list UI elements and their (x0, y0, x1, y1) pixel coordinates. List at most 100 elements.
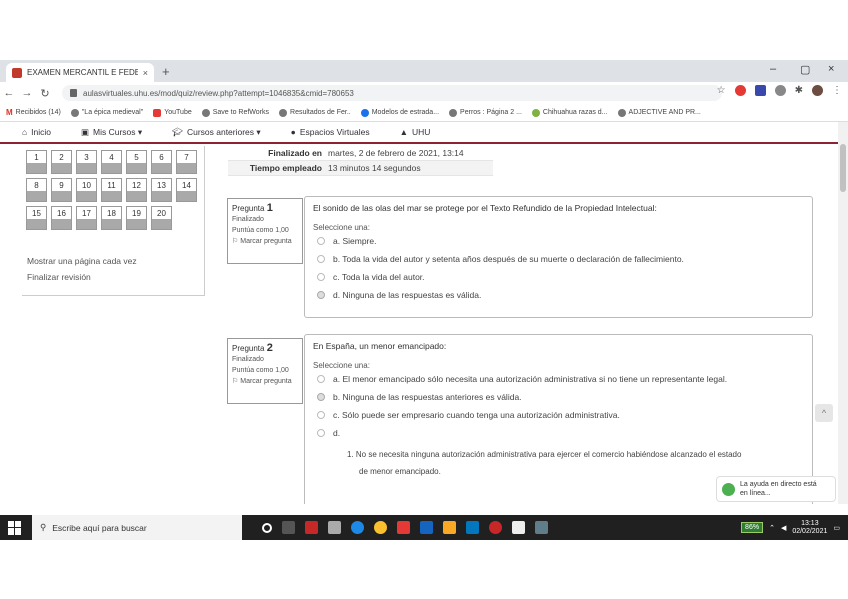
word-icon[interactable] (420, 521, 433, 534)
mail-icon[interactable] (466, 521, 479, 534)
radio-button[interactable] (317, 237, 325, 245)
address-bar[interactable]: aulasvirtuales.uhu.es/mod/quiz/review.ph… (62, 85, 722, 101)
quiz-nav-button[interactable]: 16 (51, 206, 72, 230)
bookmark-perros[interactable]: Perros : Página 2 ... (449, 108, 522, 117)
puzzle-icon[interactable]: ✱ (795, 85, 803, 96)
adblock-icon[interactable] (734, 85, 746, 96)
app-icon[interactable] (305, 521, 318, 534)
clock[interactable]: 13:13 02/02/2021 (792, 520, 827, 536)
extension-2-icon[interactable] (774, 85, 786, 96)
app-icon[interactable] (535, 521, 548, 534)
quiz-nav-button[interactable]: 1 (26, 150, 47, 174)
radio-button[interactable] (317, 255, 325, 263)
quiz-nav-button[interactable]: 5 (126, 150, 147, 174)
menu-dots-icon[interactable]: ⋮ (832, 85, 842, 96)
answer-option[interactable]: a. Siempre. (313, 236, 804, 254)
new-tab-button[interactable]: + (162, 64, 170, 79)
taskbar-search[interactable]: ⚲ Escribe aquí para buscar (32, 515, 242, 540)
profile-avatar[interactable] (812, 85, 823, 96)
answer-option[interactable]: a. El menor emancipado sólo necesita una… (313, 374, 804, 392)
answer-option-selected[interactable]: b. Ninguna de las respuestas anteriores … (313, 392, 804, 410)
bookmark-gmail[interactable]: M Recibidos (14) (6, 108, 61, 117)
app-icon[interactable] (489, 521, 502, 534)
minimize-button[interactable]: – (770, 63, 776, 75)
network-icon[interactable]: ⌃ (769, 524, 775, 532)
answer-option[interactable]: c. Toda la vida del autor. (313, 272, 804, 290)
bookmark-modelos[interactable]: Modelos de estrada... (360, 108, 439, 117)
flag-question-link[interactable]: ⚐ Marcar pregunta (232, 237, 298, 246)
quiz-nav-button[interactable]: 10 (76, 178, 97, 202)
finish-review-link[interactable]: Finalizar revisión (27, 272, 91, 282)
quiz-nav-button[interactable]: 17 (76, 206, 97, 230)
quiz-nav-button[interactable]: 19 (126, 206, 147, 230)
folder-icon[interactable] (443, 521, 456, 534)
volume-icon[interactable]: ◀ (781, 524, 786, 532)
live-help-chip[interactable]: La ayuda en directo está en línea... (716, 476, 836, 502)
cortana-icon[interactable] (262, 522, 272, 533)
quiz-nav-button[interactable]: 6 (151, 150, 172, 174)
bookmark-youtube[interactable]: YouTube (153, 108, 192, 117)
answer-option-selected[interactable]: d. Ninguna de las respuestas es válida. (313, 290, 804, 308)
quiz-nav-button[interactable]: 3 (76, 150, 97, 174)
nav-espacios-virtuales[interactable]: ● Espacios Virtuales (291, 127, 370, 137)
nav-cursos-anteriores[interactable]: 🎓︎ Cursos anteriores ▾ (172, 127, 261, 138)
reload-icon[interactable]: ↻ (36, 87, 54, 100)
back-arrow-icon[interactable]: ← (0, 87, 18, 99)
edge-icon[interactable] (351, 521, 364, 534)
show-one-page-link[interactable]: Mostrar una página cada vez (27, 256, 137, 266)
star-icon[interactable]: ☆ (717, 85, 726, 96)
quiz-nav-button[interactable]: 11 (101, 178, 122, 202)
task-view-icon[interactable] (282, 521, 295, 534)
quiz-nav-button[interactable]: 18 (101, 206, 122, 230)
radio-button[interactable] (317, 411, 325, 419)
globe-icon (617, 108, 626, 117)
quiz-nav-button[interactable]: 7 (176, 150, 197, 174)
quiz-nav-button[interactable]: 4 (101, 150, 122, 174)
quiz-nav-button[interactable]: 12 (126, 178, 147, 202)
radio-button[interactable] (317, 429, 325, 437)
forward-arrow-icon[interactable]: → (18, 87, 36, 99)
radio-button-selected[interactable] (317, 291, 325, 299)
quiz-nav-button[interactable]: 20 (151, 206, 172, 230)
bookmark-resultados[interactable]: Resultados de Fer.. (279, 108, 351, 117)
notifications-icon[interactable]: ▭ (833, 524, 840, 532)
tab-close-icon[interactable]: × (143, 68, 148, 78)
browser-tab[interactable]: EXAMEN MERCANTIL E FEDERIC × (6, 63, 154, 82)
bookmark-chihuahua[interactable]: Chihuahua razas d... (531, 108, 608, 117)
nav-mis-cursos[interactable]: ▣ Mis Cursos ▾ (81, 127, 142, 138)
tab-bar: EXAMEN MERCANTIL E FEDERIC × + – ▢ × (0, 60, 848, 82)
app-icon[interactable] (397, 521, 410, 534)
bookmark-refworks[interactable]: Save to RefWorks (201, 108, 269, 117)
store-icon[interactable] (328, 521, 341, 534)
extension-icon[interactable] (754, 85, 766, 96)
bookmark-epica[interactable]: "La épica medieval" (70, 108, 143, 117)
quiz-nav-button[interactable]: 13 (151, 178, 172, 202)
close-window-button[interactable]: × (828, 63, 834, 75)
bookmark-adjective[interactable]: ADJECTIVE AND PR... (617, 108, 701, 117)
nav-inicio[interactable]: ⌂ Inicio (22, 127, 51, 137)
scroll-to-top-button[interactable]: ^ (815, 404, 833, 422)
answer-option[interactable]: c. Sólo puede ser empresario cuando teng… (313, 410, 804, 428)
quiz-nav-number: 20 (157, 209, 166, 218)
quiz-nav-button[interactable]: 15 (26, 206, 47, 230)
flag-question-link[interactable]: ⚐ Marcar pregunta (232, 377, 298, 386)
answer-option[interactable]: d. (313, 428, 804, 446)
chrome-icon[interactable] (374, 521, 387, 534)
radio-button-selected[interactable] (317, 393, 325, 401)
radio-button[interactable] (317, 375, 325, 383)
nav-uhu[interactable]: ▲ UHU (400, 127, 431, 137)
windows-start-icon[interactable] (8, 520, 22, 535)
quiz-nav-button[interactable]: 2 (51, 150, 72, 174)
restore-button[interactable]: ▢ (800, 63, 810, 76)
quiz-nav-button[interactable]: 14 (176, 178, 197, 202)
quiz-nav-button[interactable]: 8 (26, 178, 47, 202)
page-scrollbar[interactable] (838, 122, 848, 504)
file-icon[interactable] (512, 521, 525, 534)
quiz-nav-button[interactable]: 9 (51, 178, 72, 202)
question-text: En España, un menor emancipado: (313, 341, 447, 351)
scrollbar-thumb[interactable] (840, 144, 846, 192)
radio-button[interactable] (317, 273, 325, 281)
battery-indicator[interactable]: 86% (741, 522, 764, 533)
answer-option[interactable]: b. Toda la vida del autor y setenta años… (313, 254, 804, 272)
windows-taskbar: ⚲ Escribe aquí para buscar 86% ⌃ ◀ 13:13… (0, 515, 848, 540)
